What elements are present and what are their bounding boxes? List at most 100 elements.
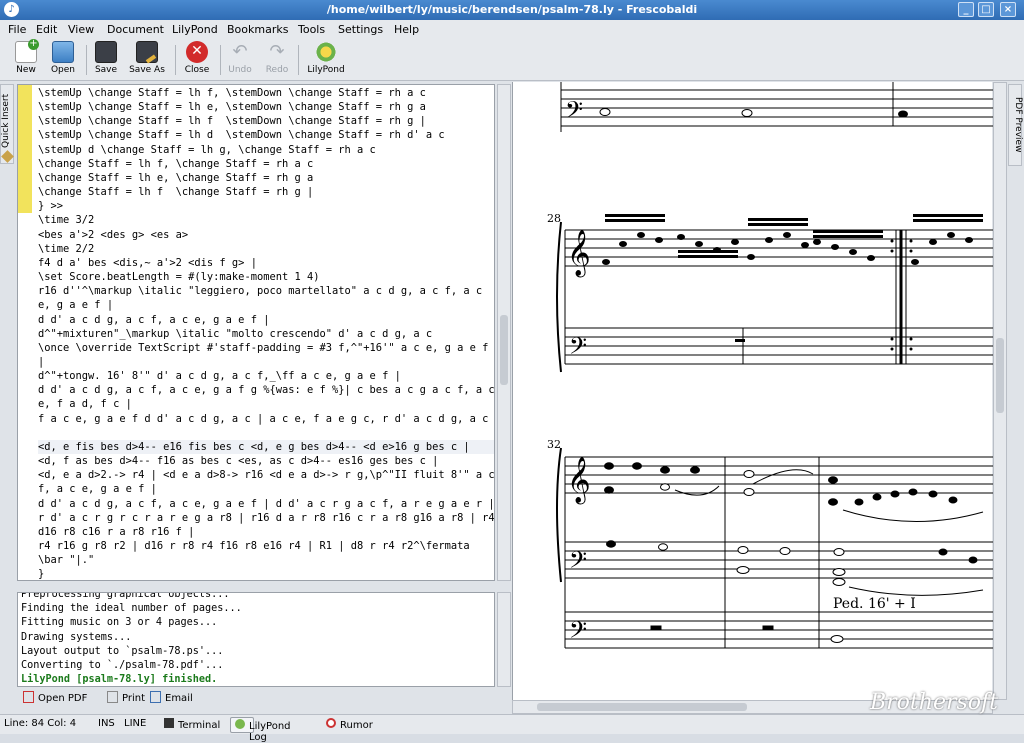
code-line: \stemUp \change Staff = lh d \stemDown \… [38, 129, 445, 142]
code-line: d d' a c d g, a c f, a c e, g a e f | [38, 313, 270, 326]
menu-view[interactable]: View [68, 23, 94, 36]
log-scrollbar[interactable] [497, 592, 511, 687]
system-brace [556, 447, 562, 583]
system-brace [556, 221, 562, 373]
open-button[interactable]: Open [46, 41, 80, 79]
menu-edit[interactable]: Edit [36, 23, 57, 36]
code-line: r16 d''^\markup \italic "leggiero, poco … [38, 285, 483, 298]
redo-icon: ↷ [269, 41, 285, 62]
system-28 [564, 229, 993, 365]
pdf-vscroll-thumb[interactable] [996, 338, 1004, 413]
code-line: \stemUp d \change Staff = lh g, \change … [38, 143, 376, 156]
save-button[interactable]: Save [91, 41, 121, 79]
save-icon [95, 41, 117, 63]
code-line: \change Staff = lh e, \change Staff = rh… [38, 171, 314, 184]
treble-clef: 𝄞 [567, 230, 591, 278]
code-line: \bar "|." [38, 554, 95, 567]
code-line: <d, f as bes d>4-- f16 as bes c <es, as … [38, 455, 439, 468]
code-line: f, a c e, g a e f | [38, 483, 157, 496]
code-line: \stemUp \change Staff = lh e, \stemDown … [38, 101, 426, 114]
new-document-icon: + [15, 39, 39, 63]
menu-settings[interactable]: Settings [338, 23, 383, 36]
menu-help[interactable]: Help [394, 23, 419, 36]
log-finished-line: LilyPond [psalm-78.ly] finished. [21, 674, 218, 686]
menu-file[interactable]: File [8, 23, 26, 36]
bass-clef-top: 𝄢 [565, 96, 583, 129]
pdf-vertical-scrollbar[interactable] [993, 82, 1007, 700]
line-mode: LINE [124, 718, 147, 729]
print-button[interactable]: Print [107, 691, 145, 704]
code-line: r4 r16 g r8 r2 | d16 r r8 r4 f16 r8 e16 … [38, 540, 470, 552]
status-bar: Line: 84 Col: 4 INS LINE Terminal LilyPo… [0, 714, 1024, 743]
terminal-icon [164, 718, 174, 728]
code-line: d d' a c d g, a c f, a c e, g a f g %{wa… [38, 384, 495, 397]
minimize-button[interactable]: _ [958, 2, 974, 17]
record-icon [326, 718, 336, 728]
redo-button[interactable]: ↷ Redo [262, 41, 292, 79]
close-window-button[interactable]: × [1000, 2, 1016, 17]
lilypond-button[interactable]: LilyPond [304, 41, 348, 79]
code-line: d^"+mixturen"_\markup \italic "molto cre… [38, 327, 433, 340]
note-head [898, 110, 908, 118]
code-line: f a c e, g a e f d d' a c d g, a c | a c… [38, 412, 495, 425]
bass-clef: 𝄢 [569, 332, 587, 365]
menu-bar: File Edit View Document LilyPond Bookmar… [0, 20, 1024, 39]
maximize-button[interactable]: □ [978, 2, 994, 17]
cursor-position: Line: 84 Col: 4 [4, 718, 77, 729]
quick-insert-tab[interactable]: Quick Insert [0, 84, 14, 164]
notes-32 [604, 462, 978, 643]
pdf-hscroll-thumb[interactable] [537, 703, 747, 711]
code-line: <d, e a d>2.-> r4 | <d e a d>8-> r16 <d … [38, 469, 495, 482]
selection-gutter [18, 85, 32, 213]
code-line: <d, e fis bes d>4-- e16 fis bes c <d, e … [38, 439, 494, 455]
code-line: } [38, 568, 45, 581]
rumor-tab[interactable]: Rumor [322, 717, 373, 733]
undo-button[interactable]: ↶ Undo [225, 41, 255, 79]
lilypond-log-tab[interactable]: LilyPond Log [230, 717, 291, 743]
email-icon [150, 691, 161, 703]
save-as-button[interactable]: Save As [126, 41, 168, 79]
log-line: Converting to `./psalm-78.pdf'... [21, 660, 224, 672]
log-lines: Preprocessing graphical objects... Findin… [21, 593, 242, 686]
watermark: Brothersoft [870, 690, 998, 715]
close-button[interactable]: ✕ Close [181, 41, 213, 79]
insert-mode: INS [98, 718, 115, 729]
code-line: f4 d a' bes <dis,~ a'>2 <dis f g> | [38, 256, 257, 269]
menu-document[interactable]: Document [107, 23, 164, 36]
code-line: d^"+tongw. 16' 8'" d' a c d g, a c f,_\f… [38, 370, 401, 383]
menu-bookmarks[interactable]: Bookmarks [227, 23, 288, 36]
log-action-bar: Open PDF Print Email [17, 688, 495, 708]
bass-clef: 𝄢 [569, 616, 587, 649]
toolbar-separator [175, 45, 176, 75]
code-line: \change Staff = lh f \change Staff = rh … [38, 186, 314, 199]
menu-tools[interactable]: Tools [298, 23, 325, 36]
code-line: \time 2/2 [38, 242, 95, 255]
terminal-tab[interactable]: Terminal [160, 717, 220, 733]
code-line: | [38, 355, 45, 368]
open-pdf-button[interactable]: Open PDF [23, 691, 87, 704]
code-lines: \stemUp \change Staff = lh f, \stemDown … [38, 86, 495, 581]
editor-scroll-thumb[interactable] [500, 315, 508, 385]
code-line: d d' a c d g, a c f, a c e, g a e f | d … [38, 497, 495, 510]
score-image: 𝄢 28 𝄞 𝄢 32 𝄞 𝄢 𝄢 Ped. 16' + I [547, 82, 993, 649]
email-button[interactable]: Email [150, 691, 193, 704]
code-editor[interactable]: \stemUp \change Staff = lh f, \stemDown … [17, 84, 495, 581]
pdf-preview-tab[interactable]: PDF Preview [1008, 84, 1023, 166]
code-line: <bes a'>2 <des g> <es a> [38, 228, 189, 241]
bass-clef: 𝄢 [569, 546, 587, 579]
code-line: \set Score.beatLength = #(ly:make-moment… [38, 271, 320, 284]
editor-scrollbar[interactable] [497, 84, 511, 581]
menu-lilypond[interactable]: LilyPond [172, 23, 218, 36]
measure-number-28: 28 [547, 212, 561, 225]
toolbar-separator [220, 45, 221, 75]
main-toolbar: + New Open Save Save As ✕ Close ↶ Undo ↷… [0, 39, 1024, 81]
main-window: ♪ /home/wilbert/ly/music/berendsen/psalm… [0, 0, 1024, 743]
lilypond-icon [235, 719, 245, 729]
ties [674, 469, 984, 596]
open-folder-icon [52, 41, 74, 63]
new-button[interactable]: + New [10, 39, 42, 79]
pdf-preview[interactable]: 𝄢 28 𝄞 𝄢 32 𝄞 𝄢 𝄢 Ped. 16' + I [512, 82, 993, 700]
pdf-icon [23, 691, 34, 703]
pdf-preview-label: PDF Preview [1013, 97, 1023, 153]
